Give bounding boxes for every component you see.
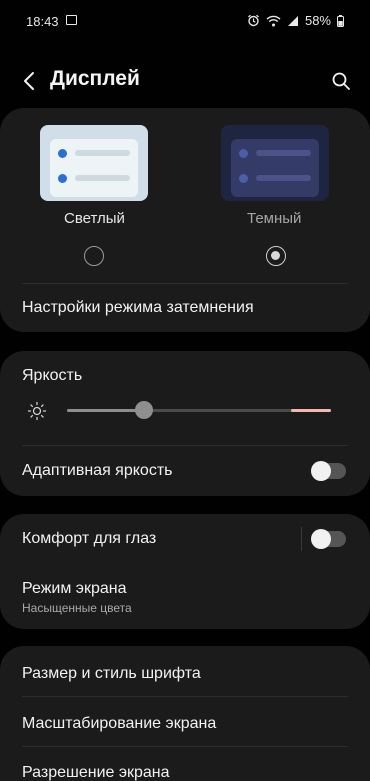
comfort-card: Комфорт для глаз Режим экрана Насыщенные… [0, 514, 370, 629]
header: Дисплей [0, 58, 370, 104]
more-settings-card: Размер и стиль шрифта Масштабирование эк… [0, 646, 370, 781]
adaptive-brightness-item[interactable]: Адаптивная яркость [22, 462, 172, 480]
preview-panel [50, 139, 138, 197]
back-arrow-icon[interactable] [16, 68, 42, 94]
preview-line [75, 150, 130, 156]
light-theme-radio[interactable] [84, 246, 104, 266]
wifi-icon [266, 15, 281, 26]
light-theme-label: Светлый [64, 210, 125, 227]
brightness-slider[interactable] [67, 401, 331, 419]
brightness-slider-hint [291, 409, 331, 412]
toggle-separator [301, 527, 302, 551]
brightness-slider-fill [67, 409, 144, 412]
dark-mode-settings-item[interactable]: Настройки режима затемнения [22, 299, 254, 317]
sun-icon [27, 401, 47, 421]
eye-comfort-toggle[interactable] [311, 529, 346, 549]
theme-card: Светлый Темный Настройки режима затемнен… [0, 108, 370, 332]
divider [22, 696, 348, 697]
page-title: Дисплей [50, 67, 140, 90]
status-icons: 58% [247, 13, 344, 28]
preview-dot [239, 174, 248, 183]
divider [22, 283, 348, 284]
preview-dot [58, 149, 67, 158]
toggle-knob [311, 461, 331, 481]
alarm-icon [248, 14, 259, 27]
screen-mode-value: Насыщенные цвета [22, 601, 132, 615]
dark-theme-radio[interactable] [266, 246, 286, 266]
adaptive-brightness-toggle[interactable] [311, 461, 346, 481]
battery-percent: 58% [304, 13, 331, 28]
screen-zoom-item[interactable]: Масштабирование экрана [22, 715, 216, 733]
font-size-style-item[interactable]: Размер и стиль шрифта [22, 665, 201, 683]
search-icon[interactable] [328, 68, 354, 94]
preview-dot [58, 174, 67, 183]
preview-line [75, 175, 130, 181]
status-time: 18:43 [26, 14, 59, 29]
divider [22, 445, 348, 446]
signal-icon [287, 15, 298, 26]
preview-dot [239, 149, 248, 158]
preview-line [256, 175, 311, 181]
eye-comfort-item[interactable]: Комфорт для глаз [22, 530, 156, 548]
brightness-label: Яркость [22, 367, 83, 384]
toggle-knob [311, 529, 331, 549]
screen-mode-item[interactable]: Режим экрана [22, 580, 126, 598]
battery-icon [337, 14, 344, 27]
dark-theme-preview[interactable] [221, 125, 329, 201]
brightness-card: Яркость Адаптивная яркость [0, 351, 370, 496]
divider [22, 746, 348, 747]
preview-line [256, 150, 311, 156]
screen-resolution-item[interactable]: Разрешение экрана [22, 764, 170, 781]
status-bar: 18:43 58% [0, 0, 370, 42]
dark-theme-label: Темный [247, 210, 302, 227]
light-theme-preview[interactable] [40, 125, 148, 201]
preview-panel [231, 139, 319, 197]
brightness-slider-thumb[interactable] [134, 401, 153, 419]
image-notification-icon [66, 15, 77, 25]
